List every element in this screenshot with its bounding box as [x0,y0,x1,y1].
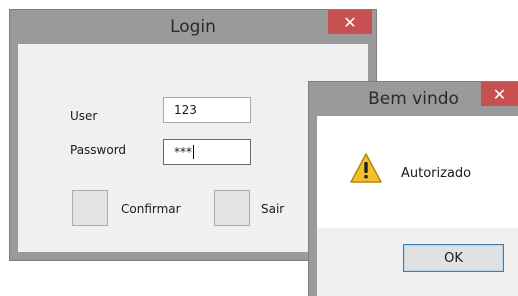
login-titlebar[interactable]: Login [10,10,376,44]
user-label: User [70,109,98,123]
ok-button[interactable]: OK [403,244,504,272]
warning-icon [349,152,383,184]
close-icon: ✕ [492,84,507,104]
exit-button[interactable] [214,190,250,226]
password-label: Password [70,143,127,157]
password-input-value: *** [174,145,192,159]
close-icon: ✕ [343,12,357,32]
confirm-label: Confirmar [121,202,181,216]
dialog-message: Autorizado [401,166,472,181]
welcome-client-area: Autorizado OK [317,116,518,296]
welcome-dialog: Bem vindo ✕ Autorizado OK [309,82,518,296]
exit-label: Sair [261,202,285,216]
user-input-value: 123 [174,103,197,117]
welcome-title: Bem vindo [368,89,459,109]
password-input[interactable]: *** [163,139,251,165]
user-input[interactable]: 123 [163,97,251,123]
welcome-close-button[interactable]: ✕ [481,82,518,106]
ok-label: OK [444,250,463,266]
confirm-button[interactable] [72,190,108,226]
login-title: Login [170,17,216,37]
login-close-button[interactable]: ✕ [328,10,372,34]
text-cursor [193,145,194,159]
